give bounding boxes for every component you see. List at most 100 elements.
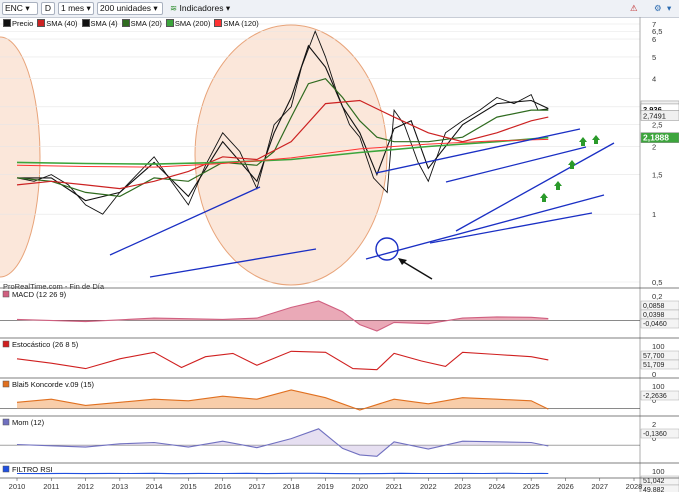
x-tick-label: 2025 [523, 482, 540, 491]
rsi-value-label: 51,042 [643, 478, 665, 485]
main-legend: Precio SMA (40) SMA (4) SMA (20) SMA (200) SM… [3, 19, 263, 28]
trend-channel-line [455, 142, 615, 232]
momentum-area [17, 428, 549, 457]
legend-swatch [37, 19, 46, 27]
macd-area [17, 301, 549, 331]
macd-value-label: -0,0460 [643, 321, 667, 328]
up-arrow-icon [540, 193, 548, 202]
menu-arrow-icon[interactable]: ▾ [664, 2, 676, 15]
price-label-text: 2,7491 [643, 111, 666, 120]
momentum-title-text: Mom (12) [12, 418, 45, 427]
price-label: 2,1888 [640, 132, 679, 143]
trend-channel-line [375, 128, 581, 174]
x-tick-label: 2019 [317, 482, 334, 491]
legend-label: SMA (20) [130, 19, 162, 28]
trend-channel-line [365, 194, 605, 260]
y-tick-label: 6 [652, 35, 656, 44]
stochastic-line [16, 350, 549, 371]
stochastic-value-label: 57,700 [643, 353, 665, 360]
koncorde-title: Blai5 Koncorde v.09 (15) [2, 380, 94, 389]
y-tick-label: 1,5 [652, 171, 662, 180]
legend-item-2: SMA (4) [81, 19, 118, 28]
symbol-select[interactable]: ENC ▾ [2, 2, 38, 15]
d-button[interactable]: D [41, 2, 55, 15]
legend-swatch [3, 19, 11, 27]
toolbar: ENC ▾ D 1 mes ▾ 200 unidades ▾ ≋ Indicad… [0, 0, 679, 18]
x-tick-label: 2014 [146, 482, 163, 491]
x-tick-label: 2022 [420, 482, 437, 491]
low-highlight-circle [375, 237, 399, 261]
legend-swatch [81, 19, 90, 27]
legend-item-5: SMA (120) [214, 19, 259, 28]
x-tick-label: 2018 [283, 482, 300, 491]
units-select[interactable]: 200 unidades ▾ [97, 2, 163, 15]
y-tick-label: 2 [652, 420, 656, 429]
legend-label: SMA (40) [46, 19, 78, 28]
koncorde-value-label: -2,2636 [643, 393, 667, 400]
pointer-arrow [401, 260, 433, 280]
legend-item-0: Precio [3, 19, 33, 28]
x-tick-label: 2013 [111, 482, 128, 491]
stochastic-value-label: 51,709 [643, 362, 665, 369]
x-tick-label: 2016 [214, 482, 231, 491]
x-tick-label: 2011 [43, 482, 59, 491]
y-tick-label: 100 [652, 342, 665, 351]
legend-label: SMA (4) [90, 19, 118, 28]
legend-label: SMA (200) [174, 19, 211, 28]
x-tick-label: 2020 [351, 482, 368, 491]
highlight-ellipse-peak [194, 24, 388, 286]
x-tick-label: 2010 [9, 482, 26, 491]
symbol-label: ENC [5, 3, 23, 13]
x-tick-label: 2026 [557, 482, 574, 491]
alert-icon[interactable]: ⚠ [627, 2, 649, 15]
trend-channel-line [445, 146, 587, 183]
legend-item-1: SMA (40) [37, 19, 78, 28]
rsi-title: FILTRO RSI [2, 465, 53, 474]
legend-swatch [214, 19, 223, 27]
up-arrow-icon [592, 135, 600, 144]
momentum-value-label: -0,1360 [643, 431, 667, 438]
timeframe-label: 1 mes [61, 3, 85, 13]
y-tick-label: 100 [652, 467, 665, 476]
price-label: 2,7491 [640, 110, 679, 121]
settings-icon[interactable]: ⚙ [651, 2, 663, 15]
rsi-title-text: FILTRO RSI [12, 465, 53, 474]
y-tick-label: 2,5 [652, 121, 662, 130]
legend-swatch [165, 19, 174, 27]
x-tick-label: 2023 [454, 482, 471, 491]
price-label-text: 2,1888 [643, 133, 669, 143]
y-tick-label: 1 [652, 210, 656, 219]
legend-swatch [121, 19, 130, 27]
rsi-value-label: 49,882 [643, 487, 665, 492]
x-tick-label: 2017 [249, 482, 266, 491]
momentum-title: Mom (12) [2, 418, 45, 427]
koncorde-title-text: Blai5 Koncorde v.09 (15) [12, 380, 94, 389]
legend-label: Precio [12, 19, 34, 28]
units-label: 200 unidades [100, 3, 152, 13]
y-tick-label: 0,2 [652, 292, 662, 301]
trend-channel-line [429, 212, 593, 244]
y-tick-label: 2 [652, 142, 656, 151]
legend-item-3: SMA (20) [121, 19, 162, 28]
y-tick-label: 4 [652, 75, 656, 84]
indicators-icon: ≋ [170, 3, 178, 13]
stochastic-title: Estocástico (26 8 5) [2, 340, 79, 349]
macd-value-label: 0,0858 [643, 303, 665, 310]
x-tick-label: 2021 [386, 482, 403, 491]
timeframe-select[interactable]: 1 mes ▾ [58, 2, 94, 15]
koncorde-area [17, 390, 549, 410]
x-tick-label: 2012 [77, 482, 94, 491]
macd-title-text: MACD (12 26 9) [12, 290, 67, 299]
x-tick-label: 2015 [180, 482, 197, 491]
macd-value-label: 0,0398 [643, 312, 665, 319]
indicators-button[interactable]: ≋ Indicadores ▾ [167, 2, 237, 15]
macd-title: MACD (12 26 9) [2, 290, 67, 299]
y-tick-label: 0,5 [652, 278, 662, 287]
up-arrow-icon [579, 137, 587, 146]
highlight-ellipse-left [0, 36, 41, 278]
x-tick-label: 2027 [591, 482, 608, 491]
x-tick-label: 2024 [489, 482, 506, 491]
indicators-label: Indicadores [179, 3, 224, 13]
up-arrow-icon [554, 181, 562, 190]
chart-area: 76,565432,521,510,53,02702,9362,74912,18… [0, 17, 679, 492]
